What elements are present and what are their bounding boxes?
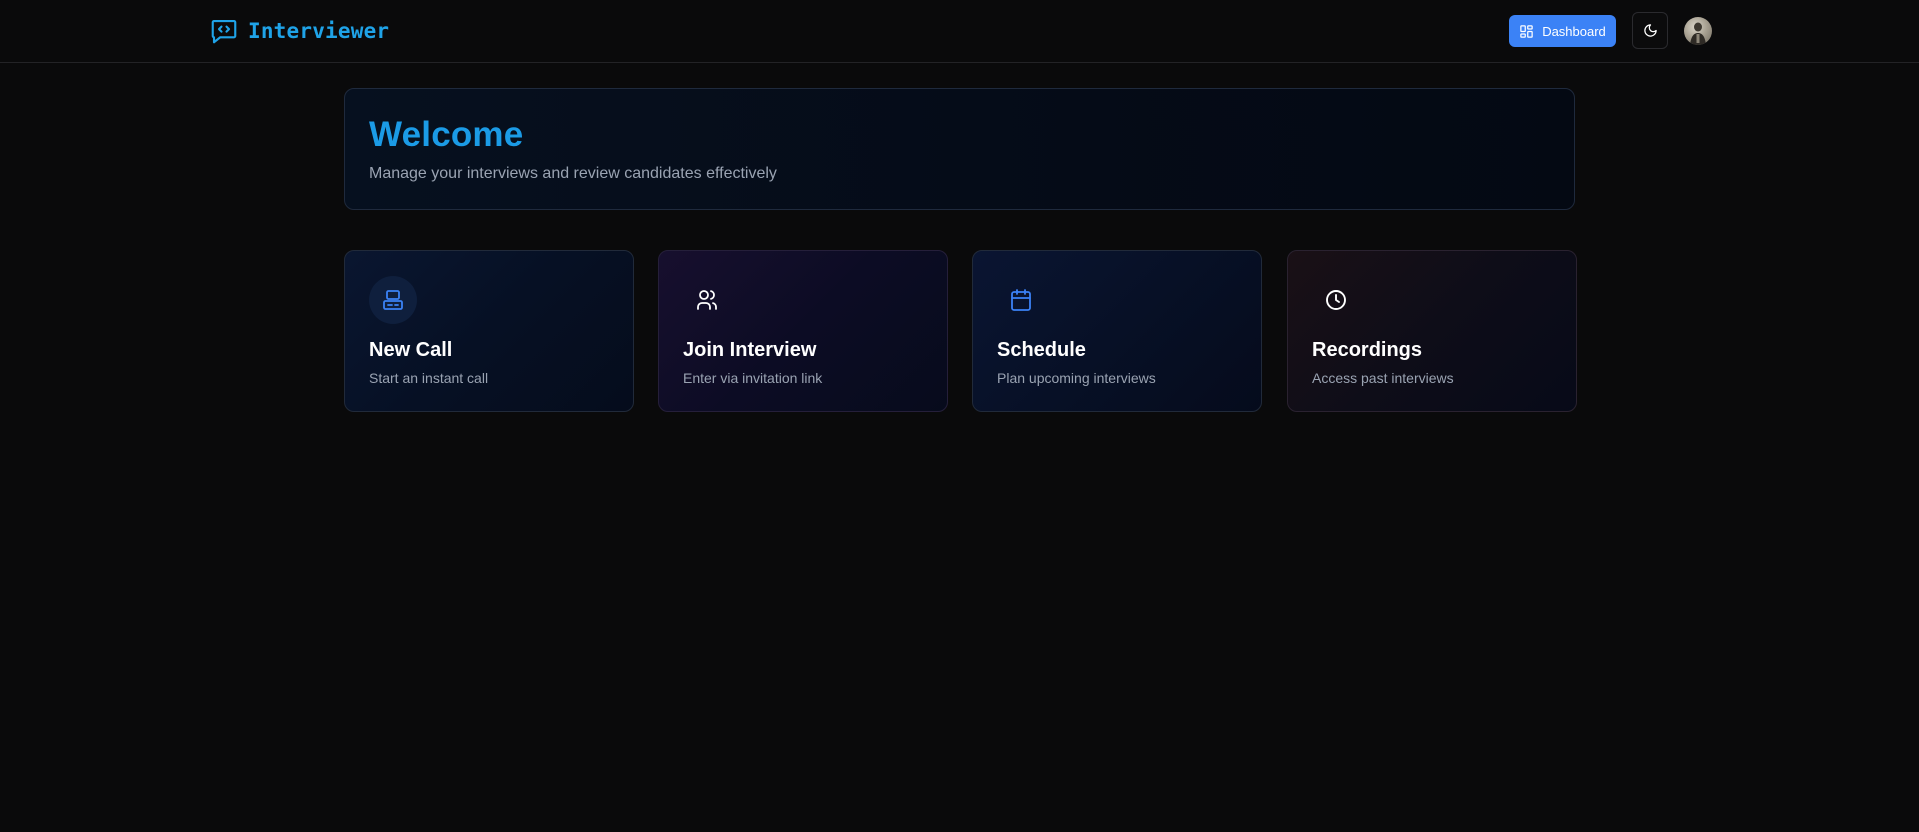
welcome-banner: Welcome Manage your interviews and revie… (344, 88, 1575, 210)
schedule-icon-wrapper (997, 276, 1045, 324)
card-title: Recordings (1312, 339, 1423, 361)
quick-actions: New Call Start an instant call Join Inte… (344, 250, 1577, 412)
laptop-icon (383, 290, 403, 310)
card-description: Plan upcoming interviews (997, 370, 1156, 386)
schedule-card[interactable]: Schedule Plan upcoming interviews (972, 250, 1262, 412)
theme-toggle-button[interactable] (1632, 12, 1668, 49)
dashboard-button[interactable]: Dashboard (1509, 15, 1616, 47)
clock-icon (1326, 290, 1346, 310)
welcome-subtitle: Manage your interviews and review candid… (369, 165, 777, 182)
card-description: Enter via invitation link (683, 370, 823, 386)
new-call-icon-wrapper (369, 276, 417, 324)
join-interview-card[interactable]: Join Interview Enter via invitation link (658, 250, 948, 412)
card-description: Access past interviews (1312, 370, 1454, 386)
card-title: Schedule (997, 339, 1086, 361)
brand-logo-link[interactable]: Interviewer (209, 16, 389, 46)
grid-icon (1520, 24, 1533, 38)
recordings-card[interactable]: Recordings Access past interviews (1287, 250, 1577, 412)
card-description: Start an instant call (369, 370, 489, 386)
top-navbar: Interviewer Dashboard (0, 0, 1919, 63)
user-avatar[interactable] (1684, 17, 1712, 45)
brand-name: Interviewer (248, 19, 390, 43)
avatar-image (1690, 22, 1706, 45)
dashboard-button-label: Dashboard (1542, 23, 1606, 39)
welcome-title: Welcome (369, 115, 524, 154)
users-icon (697, 290, 717, 310)
card-title: Join Interview (683, 339, 817, 361)
code-chat-icon (211, 19, 237, 44)
calendar-icon (1011, 289, 1031, 311)
join-interview-icon-wrapper (683, 276, 731, 324)
new-call-card[interactable]: New Call Start an instant call (344, 250, 634, 412)
recordings-icon-wrapper (1312, 276, 1360, 324)
card-title: New Call (369, 339, 453, 361)
moon-icon (1643, 24, 1657, 37)
